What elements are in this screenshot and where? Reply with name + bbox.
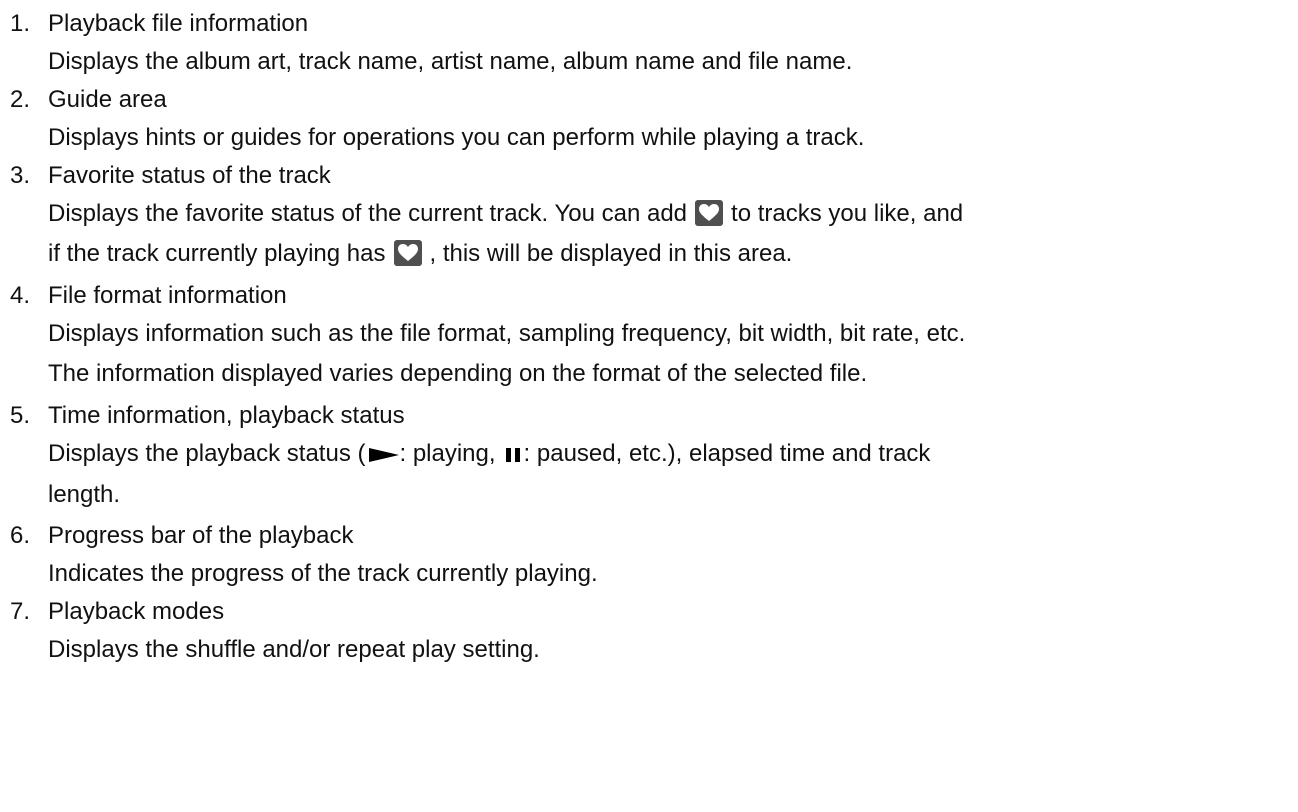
item-number: 2. (10, 86, 31, 113)
item-title: Guide area (48, 86, 167, 113)
item-description: Displays information such as the file fo… (48, 314, 1288, 394)
list-item: 6. Progress bar of the playback Indicate… (0, 518, 1298, 594)
list-item: 2. Guide area Displays hints or guides f… (0, 82, 1298, 158)
description-text: length. (48, 481, 121, 508)
description-text: to tracks you like, and (731, 200, 964, 227)
item-title: File format information (48, 282, 287, 309)
item-number: 7. (10, 598, 31, 625)
list-item: 3. Favorite status of the track Displays… (0, 158, 1298, 278)
item-description: Displays the favorite status of the curr… (48, 194, 1288, 274)
description-text: Displays the favorite status of the curr… (48, 200, 688, 227)
item-title: Playback file information (48, 10, 309, 37)
heart-icon (393, 240, 422, 266)
item-description: Indicates the progress of the track curr… (48, 560, 598, 587)
item-title: Favorite status of the track (48, 162, 331, 189)
item-title: Playback modes (48, 598, 225, 625)
item-number: 6. (10, 522, 31, 549)
item-description: Displays hints or guides for operations … (48, 124, 865, 151)
list-item: 7. Playback modes Displays the shuffle a… (0, 594, 1298, 670)
pause-icon (504, 435, 522, 475)
item-number: 3. (10, 162, 31, 189)
description-text: : playing, (399, 440, 496, 467)
heart-icon (695, 200, 724, 226)
description-text: if the track currently playing has (48, 240, 386, 267)
item-number: 5. (10, 402, 31, 429)
document: 1. Playback file information Displays th… (0, 0, 1298, 812)
feature-list: 1. Playback file information Displays th… (0, 6, 1298, 670)
item-description: Displays the shuffle and/or repeat play … (48, 636, 540, 663)
list-item: 4. File format information Displays info… (0, 278, 1298, 398)
description-text: : paused, etc.), elapsed time and track (523, 440, 931, 467)
description-text: Displays information such as the file fo… (48, 320, 966, 347)
item-title: Time information, playback status (48, 402, 405, 429)
list-item: 1. Playback file information Displays th… (0, 6, 1298, 82)
play-icon (369, 435, 400, 475)
item-title: Progress bar of the playback (48, 522, 354, 549)
item-number: 4. (10, 282, 31, 309)
description-text: The information displayed varies dependi… (48, 360, 868, 387)
description-text: , this will be displayed in this area. (429, 240, 793, 267)
list-item: 5. Time information, playback status Dis… (0, 398, 1298, 518)
item-description: Displays the album art, track name, arti… (48, 48, 853, 75)
item-description: Displays the playback status ( : playing,… (48, 434, 1288, 514)
description-text: Displays the playback status ( (48, 440, 366, 467)
item-number: 1. (10, 10, 31, 37)
